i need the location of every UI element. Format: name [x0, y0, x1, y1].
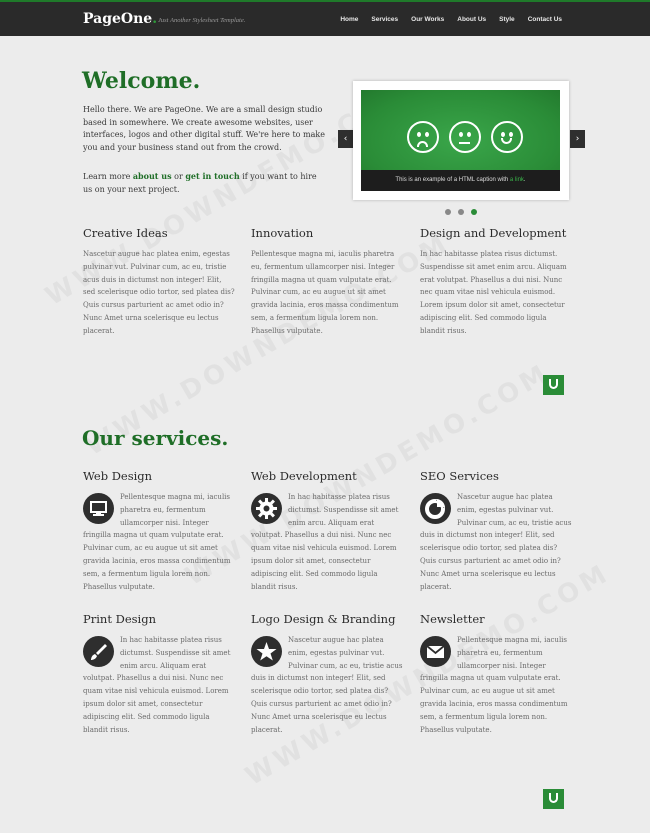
get-in-touch-link[interactable]: get in touch — [185, 171, 239, 181]
slider-dot-2[interactable] — [458, 209, 464, 215]
brush-icon — [83, 636, 114, 667]
nav-contact-us[interactable]: Contact Us — [528, 16, 562, 23]
service-web-design: Web Design Pellentesque magna mi, iaculi… — [83, 469, 235, 593]
star-icon — [251, 636, 282, 667]
feature-title: Creative Ideas — [83, 226, 168, 240]
service-title: Logo Design & Branding — [251, 612, 396, 626]
slider-pagination — [445, 209, 477, 215]
caption-link[interactable]: a link — [510, 177, 524, 183]
welcome-title: Welcome. — [82, 68, 201, 94]
site-tagline: Just Another Stylesheet Template. — [158, 17, 246, 24]
feature-title: Design and Development — [420, 226, 567, 240]
service-newsletter: Newsletter Pellentesque magna mi, iaculi… — [420, 612, 572, 736]
welcome-intro: Hello there. We are PageOne. We are a sm… — [83, 105, 325, 152]
nav-services[interactable]: Services — [371, 16, 398, 23]
feature-text: Pellentesque magna mi, iaculis pharetra … — [251, 250, 399, 335]
up-arrow-icon — [549, 379, 558, 389]
about-us-link[interactable]: about us — [133, 171, 172, 181]
caption-text: This is an example of a HTML caption wit… — [395, 177, 510, 183]
top-navbar: PageOne. Just Another Stylesheet Templat… — [0, 0, 650, 36]
nav-our-works[interactable]: Our Works — [411, 16, 444, 23]
service-web-development: Web Development In hac habitasse platea … — [251, 469, 403, 593]
feature-innovation: Innovation Pellentesque magna mi, iaculi… — [251, 226, 403, 338]
slider-dot-3[interactable] — [471, 209, 477, 215]
monitor-icon — [83, 493, 114, 524]
image-slider: This is an example of a HTML caption wit… — [353, 81, 569, 200]
slide-image: This is an example of a HTML caption wit… — [361, 90, 560, 191]
feature-text: Nascetur augue hac platea enim, egestas … — [83, 250, 235, 335]
back-to-top-button[interactable] — [543, 789, 564, 809]
pie-chart-icon — [420, 493, 451, 524]
service-title: Print Design — [83, 612, 156, 626]
slider-prev-button[interactable]: ‹ — [338, 130, 353, 148]
service-logo-branding: Logo Design & Branding Nascetur augue ha… — [251, 612, 403, 736]
logo-dot: . — [152, 11, 158, 27]
caption-text: . — [523, 177, 526, 183]
service-seo: SEO Services Nascetur augue hac platea e… — [420, 469, 572, 593]
feature-design-development: Design and Development In hac habitasse … — [420, 226, 572, 338]
nav-style[interactable]: Style — [499, 16, 515, 23]
logo-text: PageOne — [83, 11, 153, 27]
nav-home[interactable]: Home — [340, 16, 358, 23]
slider-next-button[interactable]: › — [570, 130, 585, 148]
nav-about-us[interactable]: About Us — [457, 16, 486, 23]
happy-face-icon — [491, 121, 523, 153]
smiley-faces — [407, 121, 523, 153]
slider-dot-1[interactable] — [445, 209, 451, 215]
feature-text: In hac habitasse platea risus dictumst. … — [420, 250, 567, 335]
service-title: Newsletter — [420, 612, 485, 626]
cta-text: or — [171, 172, 186, 181]
feature-creative-ideas: Creative Ideas Nascetur augue hac platea… — [83, 226, 235, 338]
site-logo[interactable]: PageOne. — [83, 11, 157, 27]
back-to-top-button[interactable] — [543, 375, 564, 395]
gear-icon — [251, 493, 282, 524]
sad-face-icon — [407, 121, 439, 153]
service-print-design: Print Design In hac habitasse platea ris… — [83, 612, 235, 736]
welcome-cta: Learn more about us or get in touch if y… — [83, 170, 328, 196]
services-title: Our services. — [82, 426, 229, 450]
service-title: SEO Services — [420, 469, 499, 483]
slide-caption: This is an example of a HTML caption wit… — [361, 170, 560, 191]
neutral-face-icon — [449, 121, 481, 153]
main-nav: Home Services Our Works About Us Style C… — [340, 16, 562, 23]
cta-text: Learn more — [83, 172, 133, 181]
service-title: Web Design — [83, 469, 153, 483]
envelope-icon — [420, 636, 451, 667]
service-title: Web Development — [251, 469, 357, 483]
up-arrow-icon — [549, 793, 558, 803]
feature-title: Innovation — [251, 226, 314, 240]
